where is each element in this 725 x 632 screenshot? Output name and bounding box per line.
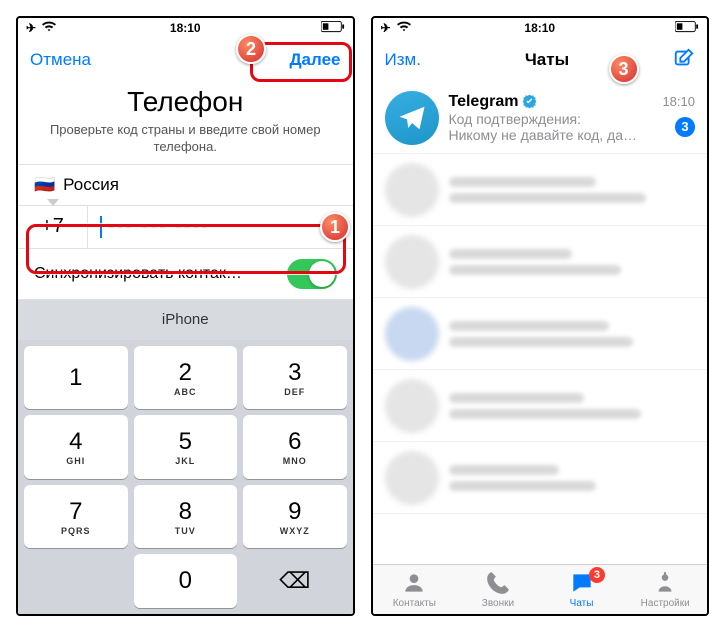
chat-time: 18:10 — [662, 94, 695, 109]
battery-icon — [675, 21, 699, 36]
tab-contacts[interactable]: Контакты — [373, 565, 457, 614]
key-3[interactable]: 3DEF — [243, 346, 347, 410]
avatar-telegram — [385, 91, 439, 145]
verified-icon — [522, 94, 537, 109]
chat-name: Telegram — [449, 93, 538, 111]
annotation-badge-3: 3 — [609, 54, 639, 84]
next-button[interactable]: Далее — [289, 50, 340, 70]
phone-placeholder: --- --- ---- — [108, 215, 210, 238]
battery-icon — [321, 21, 345, 36]
key-4[interactable]: 4GHI — [24, 415, 128, 479]
sync-contacts-row: Синхронизировать контак… — [18, 249, 353, 300]
annotation-badge-1: 1 — [320, 212, 350, 242]
key-9[interactable]: 9WXYZ — [243, 485, 347, 549]
clock: 18:10 — [524, 21, 555, 35]
keyboard-suggestion[interactable]: iPhone — [18, 300, 353, 340]
chat-row-blurred[interactable] — [373, 154, 708, 226]
phone-input-row: +7 --- --- ---- — [18, 205, 353, 249]
dial-code-input[interactable]: +7 — [18, 206, 88, 248]
tab-settings[interactable]: Настройки — [623, 565, 707, 614]
screen-chats: ✈ 18:10 Изм. Чаты — [371, 16, 710, 616]
key-delete[interactable]: ⌫ — [243, 554, 347, 608]
chat-row-blurred[interactable] — [373, 370, 708, 442]
airplane-icon: ✈ — [381, 21, 391, 35]
chat-row-blurred[interactable] — [373, 442, 708, 514]
key-5[interactable]: 5JKL — [134, 415, 238, 479]
key-7[interactable]: 7PQRS — [24, 485, 128, 549]
chat-preview-2: Никому не давайте код, да… — [449, 127, 638, 143]
chat-row-blurred[interactable] — [373, 298, 708, 370]
cancel-button[interactable]: Отмена — [30, 50, 91, 70]
key-1[interactable]: 1 — [24, 346, 128, 410]
clock: 18:10 — [170, 21, 201, 35]
key-0[interactable]: 0 — [134, 554, 238, 608]
edit-button[interactable]: Изм. — [385, 50, 421, 70]
tab-chats[interactable]: Чаты 3 — [540, 565, 624, 614]
airplane-icon: ✈ — [26, 21, 36, 35]
tab-calls[interactable]: Звонки — [456, 565, 540, 614]
keyboard: iPhone 12ABC3DEF 4GHI5JKL6MNO 7PQRS8TUV9WX… — [18, 300, 353, 614]
sync-label: Синхронизировать контак… — [34, 265, 242, 283]
status-bar: ✈ 18:10 — [373, 18, 708, 38]
chat-list[interactable]: Telegram 18:10 Код подтверждения: Никому… — [373, 82, 708, 564]
country-name: Россия — [63, 175, 119, 195]
screen-login: ✈ 18:10 Отмена Далее Телефон Проверьте к… — [16, 16, 355, 616]
chat-row-blurred[interactable] — [373, 226, 708, 298]
page-title: Телефон — [18, 86, 353, 118]
flag-icon: 🇷🇺 — [34, 175, 55, 195]
phone-number-input[interactable]: --- --- ---- — [88, 215, 353, 238]
tab-badge: 3 — [589, 567, 605, 583]
key-2[interactable]: 2ABC — [134, 346, 238, 410]
key-8[interactable]: 8TUV — [134, 485, 238, 549]
chat-row-telegram[interactable]: Telegram 18:10 Код подтверждения: Никому… — [373, 82, 708, 154]
nav-bar: Отмена Далее — [18, 38, 353, 82]
wifi-icon — [397, 21, 411, 36]
page-subtitle: Проверьте код страны и введите свой номе… — [18, 118, 353, 164]
compose-button[interactable] — [673, 47, 695, 74]
chat-preview-1: Код подтверждения: — [449, 111, 582, 127]
unread-badge: 3 — [675, 117, 695, 137]
sync-toggle[interactable] — [287, 259, 337, 289]
status-bar: ✈ 18:10 — [18, 18, 353, 38]
tab-bar: Контакты Звонки Чаты 3 Настройки — [373, 564, 708, 614]
nav-bar: Изм. Чаты — [373, 38, 708, 82]
wifi-icon — [42, 21, 56, 36]
country-selector[interactable]: 🇷🇺 Россия — [18, 164, 353, 205]
key-6[interactable]: 6MNO — [243, 415, 347, 479]
annotation-badge-2: 2 — [236, 34, 266, 64]
